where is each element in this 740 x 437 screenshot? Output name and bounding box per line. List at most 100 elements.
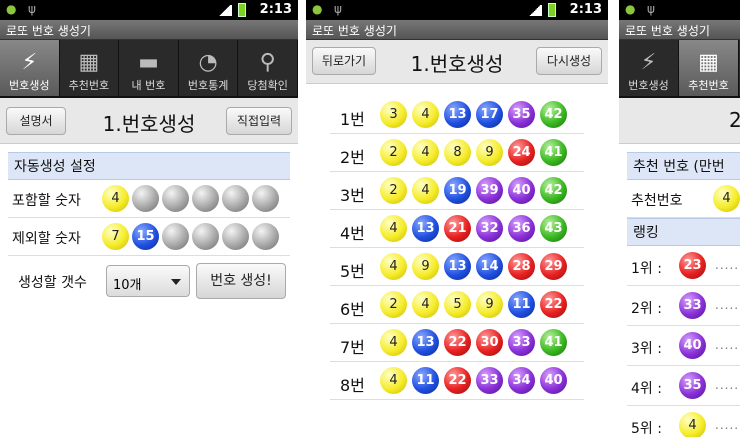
empty-ball-slot[interactable] [222, 185, 249, 212]
lotto-ball: 35 [679, 372, 706, 399]
result-row-label: 1번 [340, 110, 365, 129]
result-row[interactable]: 7번 4 13 22 30 33 41 [330, 324, 584, 362]
lotto-ball: 22 [444, 329, 471, 356]
manual-input-button[interactable]: 직접입력 [226, 107, 292, 135]
result-row[interactable]: 6번 2 4 5 9 11 22 [330, 286, 584, 324]
tab-p1-0[interactable]: ⚡ 번호생성 [0, 40, 60, 96]
result-row[interactable]: 2번 2 4 8 9 24 41 [330, 134, 584, 172]
empty-ball-slot[interactable] [222, 223, 249, 250]
recommend-label: 추천번호 [631, 193, 683, 209]
section-title: 추천 번호 (만번 [627, 152, 740, 180]
status-bar: ● ψ 2:13 [0, 0, 298, 20]
battery-icon [548, 3, 556, 17]
calculator-icon: ▦ [698, 50, 719, 75]
ranking-title: 랭킹 [627, 218, 740, 246]
result-row-label: 5번 [340, 262, 365, 281]
include-label: 포함할 숫자 [12, 193, 81, 209]
lotto-ball: 23 [679, 252, 706, 279]
empty-ball-slot[interactable] [192, 185, 219, 212]
usb-icon: ψ [334, 2, 342, 16]
lotto-ball: 33 [476, 367, 503, 394]
result-row-label: 3번 [340, 186, 365, 205]
rank-label: 3위 : [631, 341, 662, 357]
count-select[interactable]: 10개 [106, 265, 190, 297]
usb-icon: ψ [647, 2, 655, 16]
lotto-ball: 3 [380, 101, 407, 128]
empty-ball-slot[interactable] [252, 223, 279, 250]
lotto-ball: 17 [476, 101, 503, 128]
status-bar: ● ψ 2:13 [306, 0, 608, 20]
section-title: 자동생성 설정 [8, 152, 290, 180]
tab-bar: ⚡번호생성▦추천번호▬내 [619, 40, 740, 98]
result-row[interactable]: 8번 4 11 22 33 34 40 [330, 362, 584, 400]
lotto-ball: 4 [380, 329, 407, 356]
tab-label: 번호생성 [9, 79, 50, 92]
result-row-label: 8번 [340, 376, 365, 395]
rank-row: 4위 : 35...... [627, 366, 740, 406]
empty-ball-slot[interactable] [132, 185, 159, 212]
tab-p1-1[interactable]: ▦ 추천번호 [60, 40, 120, 96]
result-row[interactable]: 5번 4 9 13 14 28 29 [330, 248, 584, 286]
regenerate-button[interactable]: 다시생성 [536, 47, 602, 75]
tab-label: 번호생성 [628, 79, 669, 92]
rank-row: 5위 : 4...... [627, 406, 740, 437]
result-row[interactable]: 3번 2 4 19 39 40 42 [330, 172, 584, 210]
header: 뒤로가기 1.번호생성 다시생성 [306, 40, 608, 84]
generate-button[interactable]: 번호 생성! [196, 263, 286, 299]
rank-dots: ...... [715, 258, 740, 272]
tab-p1-4[interactable]: ⚲ 당첨확인 [238, 40, 298, 96]
lotto-ball: 36 [508, 215, 535, 242]
lotto-ball: 4 [412, 291, 439, 318]
app-title: 로또 번호 생성기 [0, 20, 298, 40]
count-value: 10개 [113, 278, 142, 293]
clock: 2:13 [259, 2, 292, 17]
count-label: 생성할 갯수 [18, 275, 87, 291]
status-bar: ● ψ [619, 0, 740, 20]
result-row-label: 2번 [340, 148, 365, 167]
lotto-ball: 4 [380, 367, 407, 394]
tab-label: 당첨확인 [247, 79, 288, 92]
result-row-label: 7번 [340, 338, 365, 357]
lotto-ball: 13 [412, 215, 439, 242]
tab-p1-3[interactable]: ◔ 번호통계 [179, 40, 239, 96]
empty-ball-slot[interactable] [252, 185, 279, 212]
lotto-ball: 4 [380, 215, 407, 242]
signal-icon [528, 5, 542, 16]
lotto-ball: 19 [444, 177, 471, 204]
lotto-ball: 42 [540, 177, 567, 204]
result-row[interactable]: 1번 3 4 13 17 35 42 [330, 96, 584, 134]
lotto-ball: 7 [102, 223, 129, 250]
tab-p3-1[interactable]: ▦ 추천번호 [679, 40, 739, 96]
tab-label: 추천번호 [688, 79, 729, 92]
empty-ball-slot[interactable] [162, 185, 189, 212]
lotto-ball: 4 [412, 101, 439, 128]
lightning-icon: ⚡ [21, 50, 38, 75]
empty-ball-slot[interactable] [192, 223, 219, 250]
lotto-ball: 4 [412, 139, 439, 166]
count-row: 생성할 갯수 10개 번호 생성! [8, 256, 290, 306]
chart-icon: ◔ [198, 50, 218, 75]
lotto-ball: 4 [380, 253, 407, 280]
result-row[interactable]: 4번 4 13 21 32 36 43 [330, 210, 584, 248]
lotto-ball: 40 [508, 177, 535, 204]
lotto-ball: 35 [508, 101, 535, 128]
lotto-ball: 9 [412, 253, 439, 280]
lotto-ball: 13 [412, 329, 439, 356]
lotto-ball: 2 [380, 291, 407, 318]
result-row-label: 6번 [340, 300, 365, 319]
lotto-ball: 9 [476, 291, 503, 318]
empty-ball-slot[interactable] [162, 223, 189, 250]
tab-p1-2[interactable]: ▬ 내 번호 [119, 40, 179, 96]
screen-recommend: ● ψ 로또 번호 생성기 ⚡번호생성▦추천번호▬내 2. 추천 번호 (만번 … [619, 0, 740, 437]
result-row-label: 4번 [340, 224, 365, 243]
magnifier-icon: ⚲ [259, 50, 276, 75]
rank-dots: ...... [715, 418, 740, 432]
lotto-ball: 22 [444, 367, 471, 394]
lotto-ball: 33 [679, 292, 706, 319]
include-row: 포함할 숫자 4 [8, 180, 290, 218]
tab-p3-0[interactable]: ⚡ 번호생성 [619, 40, 679, 96]
header: 2. [619, 98, 740, 144]
lotto-ball: 39 [476, 177, 503, 204]
lotto-ball: 2 [380, 177, 407, 204]
rank-dots: ...... [715, 298, 740, 312]
